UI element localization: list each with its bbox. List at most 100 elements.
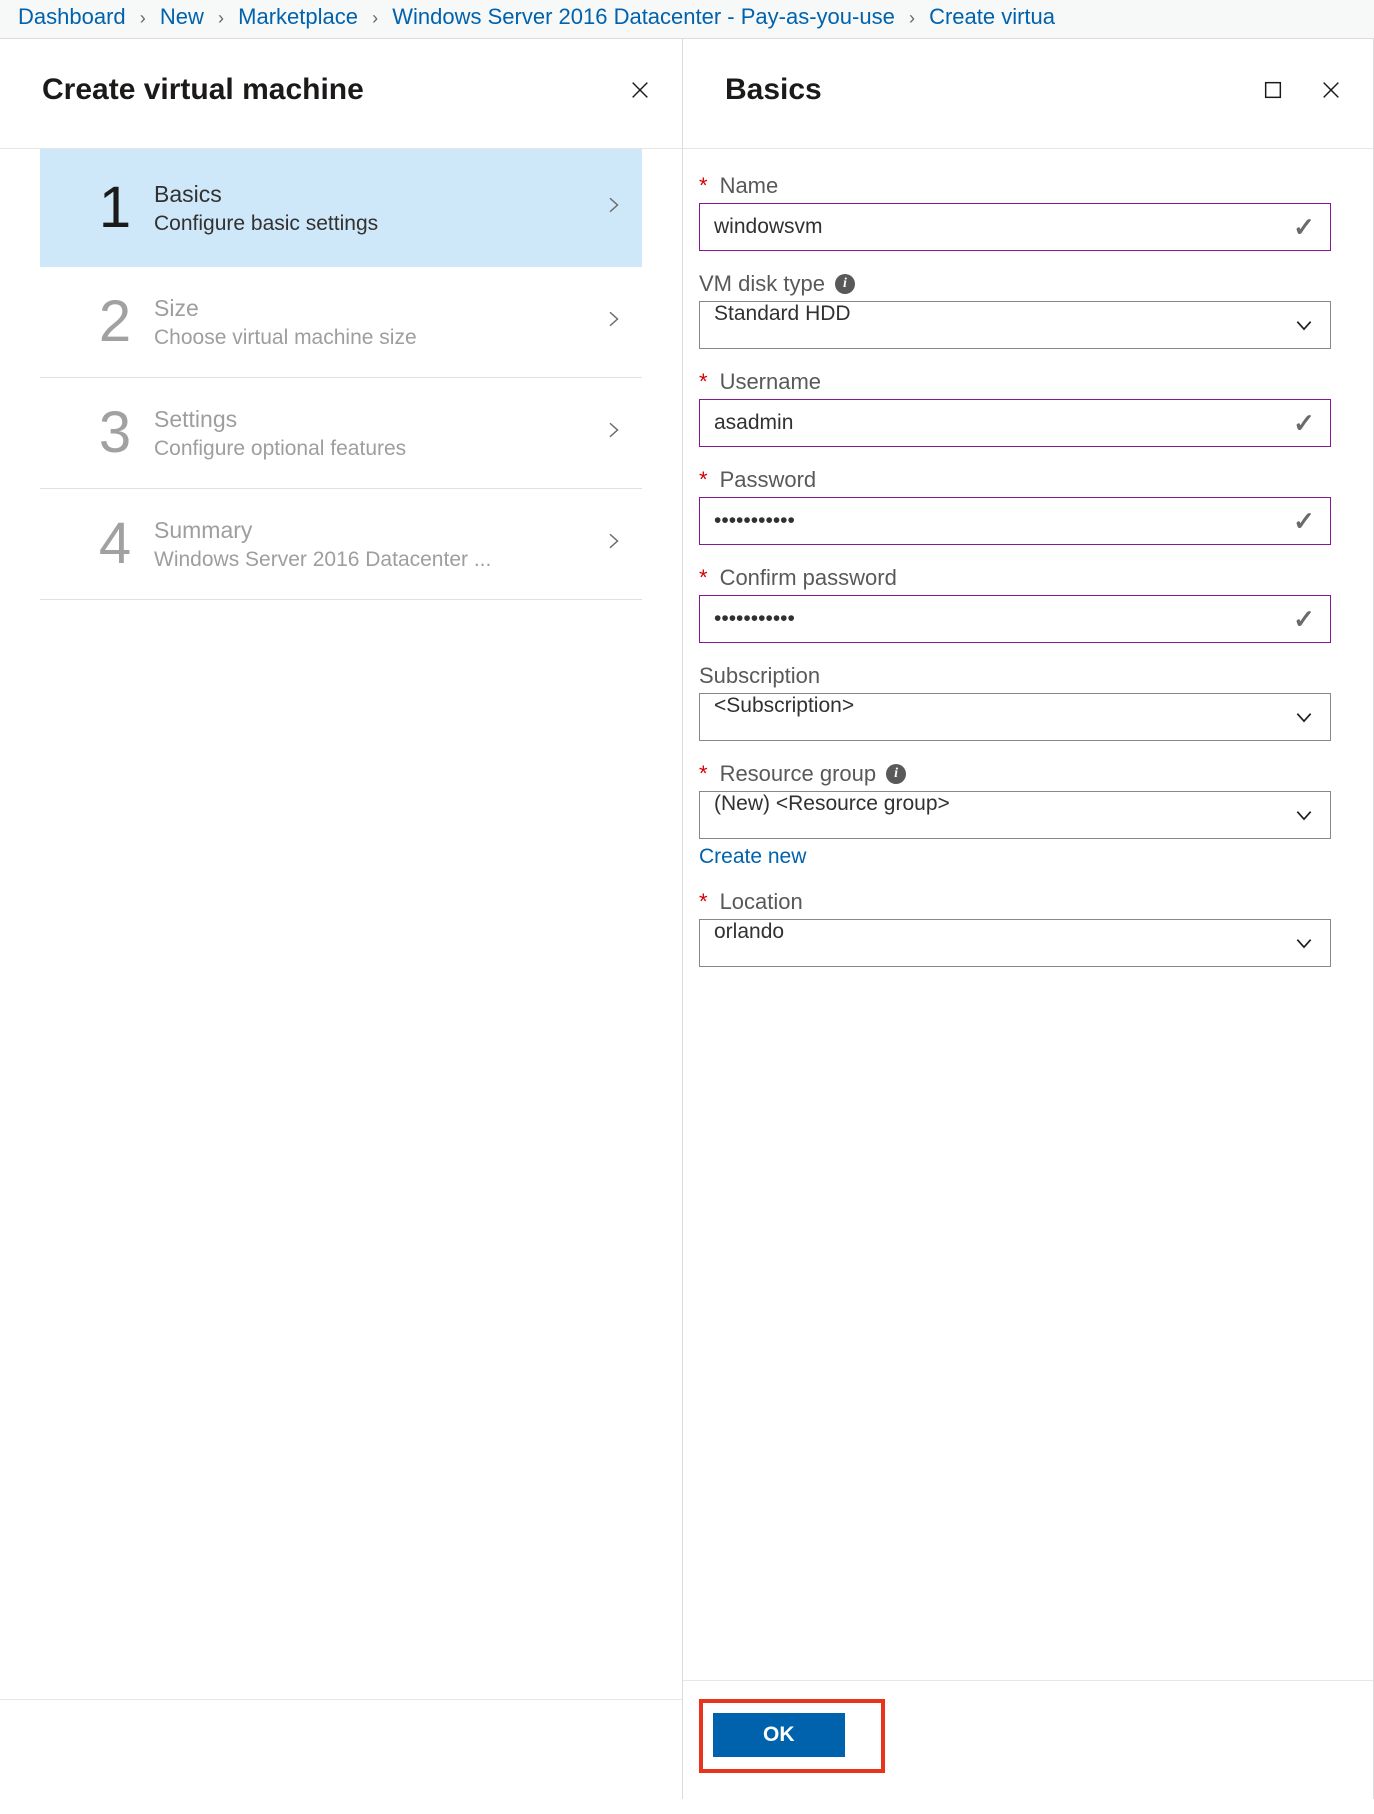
password-input[interactable]: [700, 498, 1330, 544]
step-number: 3: [80, 404, 150, 462]
label-text: Name: [720, 173, 779, 199]
field-label: VM disk type i: [699, 271, 1331, 297]
restore-window-icon[interactable]: [1259, 76, 1287, 104]
check-icon: ✓: [1288, 596, 1320, 642]
label-text: Resource group: [720, 761, 877, 787]
breadcrumb-item[interactable]: Marketplace: [238, 4, 358, 29]
label-text: Confirm password: [720, 565, 897, 591]
password-input-wrap: ✓: [699, 497, 1331, 545]
label-text: VM disk type: [699, 271, 825, 297]
username-input-wrap: ✓: [699, 399, 1331, 447]
step-title: Summary: [154, 517, 604, 544]
step-subtitle: Configure optional features: [154, 437, 604, 461]
name-input[interactable]: [700, 204, 1330, 250]
step-subtitle: Choose virtual machine size: [154, 326, 604, 350]
step-number: 1: [80, 179, 150, 237]
field-label: * Resource group i: [699, 761, 1331, 787]
step-number: 4: [80, 515, 150, 573]
chevron-down-icon: [1288, 792, 1320, 838]
required-indicator: *: [699, 173, 708, 199]
chevron-right-icon: [604, 416, 622, 450]
chevron-right-icon: ›: [132, 8, 154, 28]
ok-highlight: OK: [699, 1699, 885, 1773]
step-summary[interactable]: 4 Summary Windows Server 2016 Datacenter…: [40, 489, 642, 600]
breadcrumb-item[interactable]: New: [160, 4, 204, 29]
required-indicator: *: [699, 467, 708, 493]
chevron-right-icon: ›: [364, 8, 386, 28]
location-select[interactable]: orlando: [699, 919, 1331, 967]
chevron-right-icon: [604, 527, 622, 561]
required-indicator: *: [699, 889, 708, 915]
chevron-right-icon: [604, 305, 622, 339]
blade-title: Basics: [725, 73, 1229, 107]
required-indicator: *: [699, 565, 708, 591]
disk-type-select[interactable]: Standard HDD: [699, 301, 1331, 349]
label-text: Location: [720, 889, 803, 915]
field-confirm-password: * Confirm password ✓: [699, 565, 1331, 643]
select-value: <Subscription>: [700, 694, 1330, 740]
field-resource-group: * Resource group i (New) <Resource group…: [699, 761, 1331, 869]
close-icon[interactable]: [1317, 76, 1345, 104]
subscription-select[interactable]: <Subscription>: [699, 693, 1331, 741]
resource-group-select[interactable]: (New) <Resource group>: [699, 791, 1331, 839]
field-label: * Username: [699, 369, 1331, 395]
blade-create-vm: Create virtual machine 1 Basics Configur…: [0, 39, 683, 1799]
name-input-wrap: ✓: [699, 203, 1331, 251]
blade-header: Basics: [683, 39, 1373, 149]
confirm-password-input[interactable]: [700, 596, 1330, 642]
breadcrumb: Dashboard › New › Marketplace › Windows …: [0, 0, 1374, 39]
info-icon[interactable]: i: [886, 764, 906, 784]
create-new-link[interactable]: Create new: [699, 845, 806, 869]
step-size[interactable]: 2 Size Choose virtual machine size: [40, 267, 642, 378]
required-indicator: *: [699, 761, 708, 787]
step-subtitle: Configure basic settings: [154, 212, 604, 236]
required-indicator: *: [699, 369, 708, 395]
blade-title: Create virtual machine: [42, 73, 596, 107]
step-title: Basics: [154, 181, 604, 208]
check-icon: ✓: [1288, 400, 1320, 446]
select-value: orlando: [700, 920, 1330, 966]
field-subscription: Subscription <Subscription>: [699, 663, 1331, 741]
breadcrumb-item[interactable]: Dashboard: [18, 4, 126, 29]
breadcrumb-item[interactable]: Windows Server 2016 Datacenter - Pay-as-…: [392, 4, 895, 29]
step-title: Size: [154, 295, 604, 322]
label-text: Password: [720, 467, 817, 493]
blade-footer: OK: [683, 1680, 1373, 1799]
step-title: Settings: [154, 406, 604, 433]
basics-form: * Name ✓ VM disk type i Standard HDD: [683, 149, 1373, 1680]
ok-button[interactable]: OK: [713, 1713, 845, 1757]
select-value: Standard HDD: [700, 302, 1330, 348]
check-icon: ✓: [1288, 498, 1320, 544]
label-text: Subscription: [699, 663, 820, 689]
step-settings[interactable]: 3 Settings Configure optional features: [40, 378, 642, 489]
field-name: * Name ✓: [699, 173, 1331, 251]
close-icon[interactable]: [626, 76, 654, 104]
field-label: * Name: [699, 173, 1331, 199]
chevron-down-icon: [1288, 302, 1320, 348]
username-input[interactable]: [700, 400, 1330, 446]
field-label: * Confirm password: [699, 565, 1331, 591]
blade-basics: Basics * Name ✓: [683, 39, 1374, 1799]
step-subtitle: Windows Server 2016 Datacenter ...: [154, 548, 604, 572]
chevron-right-icon: [604, 191, 622, 225]
select-value: (New) <Resource group>: [700, 792, 1330, 838]
blade-footer: [0, 1699, 682, 1799]
field-password: * Password ✓: [699, 467, 1331, 545]
confirm-password-input-wrap: ✓: [699, 595, 1331, 643]
field-location: * Location orlando: [699, 889, 1331, 967]
field-disk-type: VM disk type i Standard HDD: [699, 271, 1331, 349]
label-text: Username: [720, 369, 821, 395]
chevron-right-icon: ›: [901, 8, 923, 28]
breadcrumb-item[interactable]: Create virtua: [929, 4, 1055, 29]
chevron-down-icon: [1288, 694, 1320, 740]
chevron-down-icon: [1288, 920, 1320, 966]
check-icon: ✓: [1288, 204, 1320, 250]
step-basics[interactable]: 1 Basics Configure basic settings: [40, 149, 642, 267]
info-icon[interactable]: i: [835, 274, 855, 294]
blade-header: Create virtual machine: [0, 39, 682, 149]
field-username: * Username ✓: [699, 369, 1331, 447]
step-number: 2: [80, 293, 150, 351]
chevron-right-icon: ›: [210, 8, 232, 28]
field-label: Subscription: [699, 663, 1331, 689]
field-label: * Location: [699, 889, 1331, 915]
